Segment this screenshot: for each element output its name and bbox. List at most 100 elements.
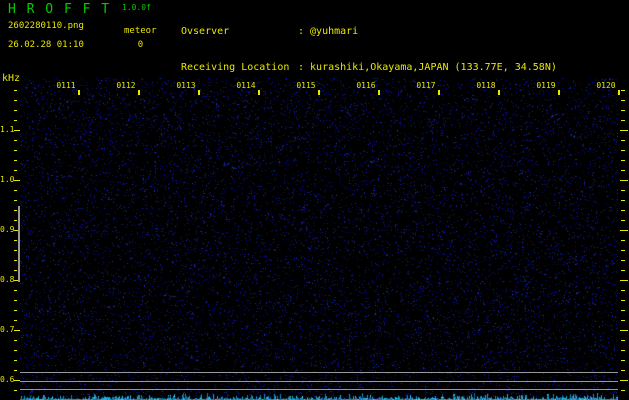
y-axis-minor-tick [14, 120, 17, 121]
y-axis-minor-tick [621, 360, 625, 361]
y-axis-minor-tick [621, 100, 625, 101]
y-axis-minor-tick [621, 340, 625, 341]
y-axis-major-tick [14, 130, 20, 131]
y-axis-minor-tick [14, 90, 17, 91]
y-axis-minor-tick [14, 340, 17, 341]
y-axis-minor-tick [621, 120, 625, 121]
reference-line [20, 389, 618, 390]
reference-line [20, 372, 618, 373]
y-axis-minor-tick [14, 320, 17, 321]
y-axis-tick-label: 1.0 [0, 175, 15, 184]
spectrogram-noise-canvas [20, 78, 618, 400]
hrofft-window: H R O F F T 1.0.0f 2602280110.png meteor… [0, 0, 629, 400]
observation-timestamp: 26.02.28 01:10 [8, 40, 84, 50]
y-axis-minor-tick [621, 170, 625, 171]
x-axis-minute-tick [258, 90, 260, 95]
x-axis-time-label: 0119 [536, 81, 556, 90]
y-axis-minor-tick [621, 260, 625, 261]
y-axis-minor-tick [621, 390, 625, 391]
y-axis-minor-tick [14, 100, 17, 101]
calibration-bar [18, 206, 20, 282]
x-axis-minute-tick [438, 90, 440, 95]
x-axis-minute-tick [198, 90, 200, 95]
y-axis-minor-tick [14, 220, 17, 221]
x-axis-time-label: 0114 [236, 81, 256, 90]
y-axis-minor-tick [621, 220, 625, 221]
x-axis-time-label: 0112 [116, 81, 136, 90]
y-axis-minor-tick [14, 290, 17, 291]
info-value: kurashiki,Okayama,JAPAN (133.77E, 34.58N… [310, 62, 557, 73]
y-axis-tick-label: 0.9 [0, 225, 15, 234]
y-axis-minor-tick [14, 260, 17, 261]
info-colon: : [298, 26, 305, 37]
info-colon: : [298, 62, 305, 73]
x-axis-minute-tick [78, 90, 80, 95]
y-axis-minor-tick [14, 160, 17, 161]
y-axis-minor-tick [14, 370, 17, 371]
y-axis-minor-tick [14, 190, 17, 191]
y-axis-minor-tick [621, 250, 625, 251]
x-axis-time-label: 0118 [476, 81, 496, 90]
y-axis-minor-tick [621, 300, 625, 301]
y-axis-major-tick [14, 330, 20, 331]
y-axis-minor-tick [621, 160, 625, 161]
y-axis-major-tick [620, 330, 628, 331]
app-title: H R O F F T [8, 2, 111, 17]
y-axis-minor-tick [621, 320, 625, 321]
y-axis-unit-label: kHz [2, 73, 21, 84]
info-label: Ovserver [181, 26, 230, 37]
y-axis-minor-tick [621, 150, 625, 151]
y-axis-minor-tick [14, 360, 17, 361]
y-axis-minor-tick [14, 250, 17, 251]
y-axis-minor-tick [621, 200, 625, 201]
x-axis-time-label: 0115 [296, 81, 316, 90]
y-axis-major-tick [620, 230, 628, 231]
info-label: Receiving Location [181, 62, 290, 73]
x-axis-minute-tick [618, 90, 620, 95]
x-axis-minute-tick [138, 90, 140, 95]
meteor-counter-value: 0 [137, 40, 144, 50]
x-axis-time-label: 0117 [416, 81, 436, 90]
y-axis-minor-tick [621, 210, 625, 211]
x-axis-minute-tick [378, 90, 380, 95]
x-axis-minute-tick [558, 90, 560, 95]
x-axis-time-label: 0120 [596, 81, 616, 90]
x-axis-minute-tick [318, 90, 320, 95]
y-axis-minor-tick [621, 140, 625, 141]
y-axis-major-tick [620, 280, 628, 281]
y-axis-minor-tick [14, 240, 17, 241]
app-version: 1.0.0f [122, 3, 151, 12]
x-axis-minute-tick [498, 90, 500, 95]
y-axis-tick-label: 0.8 [0, 275, 15, 284]
y-axis-minor-tick [14, 390, 17, 391]
y-axis-major-tick [620, 380, 628, 381]
y-axis-minor-tick [14, 210, 17, 211]
y-axis-tick-label: 1.1 [0, 125, 15, 134]
y-axis-tick-label: 0.7 [0, 325, 15, 334]
info-value: @yuhmari [310, 26, 359, 37]
y-axis-minor-tick [621, 270, 625, 271]
y-axis-major-tick [14, 180, 20, 181]
y-axis-minor-tick [621, 370, 625, 371]
y-axis-minor-tick [621, 290, 625, 291]
x-axis-time-label: 0111 [56, 81, 76, 90]
reference-line [20, 381, 618, 382]
y-axis-minor-tick [621, 350, 625, 351]
info-row-location: Receiving Location: kurashiki,Okayama,JAP… [181, 62, 557, 74]
y-axis-minor-tick [14, 270, 17, 271]
y-axis-minor-tick [14, 300, 17, 301]
output-filename: 2602280110.png [8, 21, 84, 31]
y-axis-minor-tick [14, 140, 17, 141]
y-axis-major-tick [620, 180, 628, 181]
y-axis-minor-tick [621, 90, 625, 91]
x-axis-time-label: 0113 [176, 81, 196, 90]
info-row-observer: Ovserver: @yuhmari [181, 26, 557, 38]
y-axis-tick-label: 0.6 [0, 375, 15, 384]
meteor-counter-label: meteor [124, 26, 157, 36]
y-axis-minor-tick [14, 350, 17, 351]
y-axis-minor-tick [14, 200, 17, 201]
y-axis-minor-tick [621, 190, 625, 191]
x-axis-time-label: 0116 [356, 81, 376, 90]
y-axis-minor-tick [14, 170, 17, 171]
y-axis-minor-tick [621, 240, 625, 241]
